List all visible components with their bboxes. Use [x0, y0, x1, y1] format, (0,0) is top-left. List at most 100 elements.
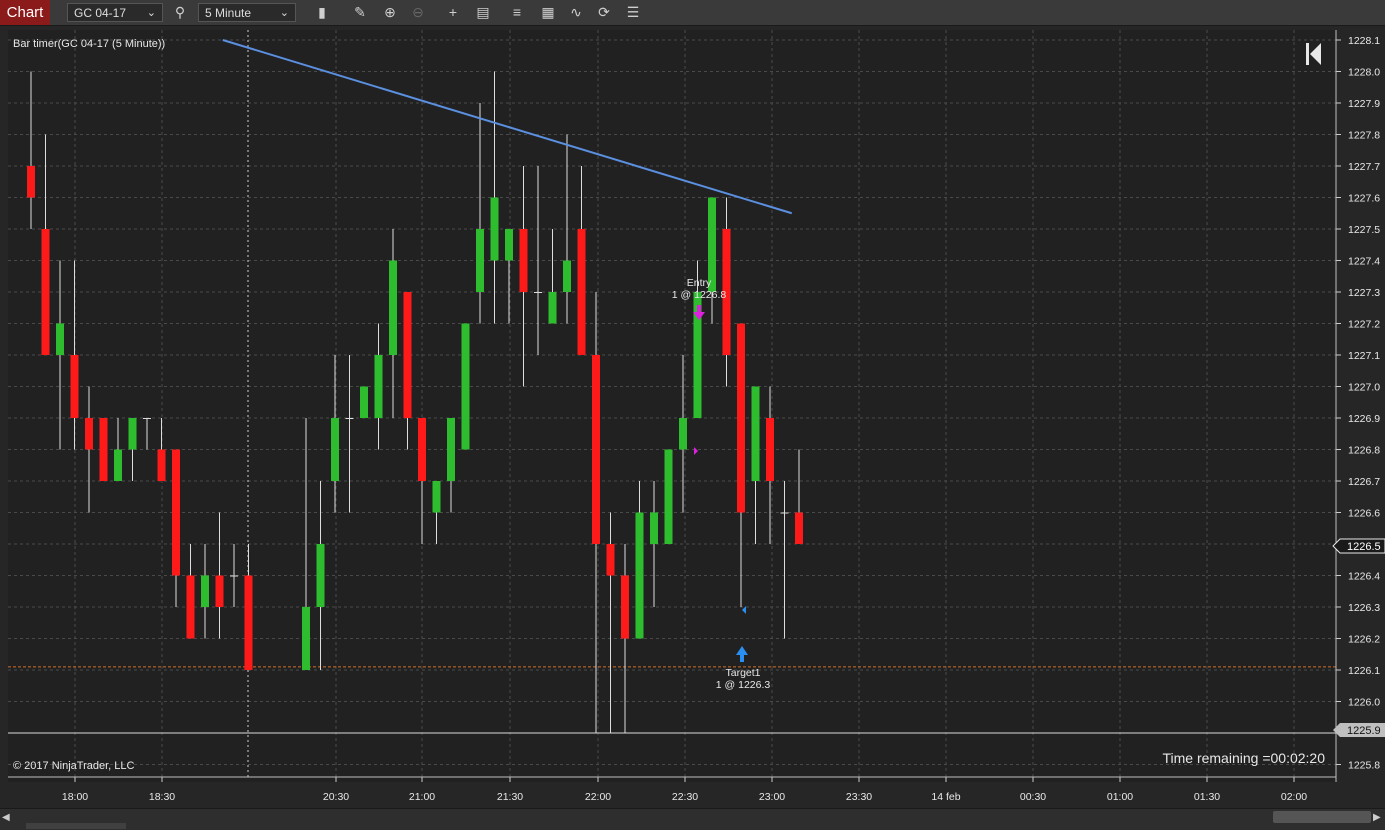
price-tick-label: 1227.0: [1348, 382, 1380, 394]
candle-body: [172, 449, 180, 576]
candle-body: [345, 418, 354, 419]
candle-body: [606, 544, 615, 576]
copyright-label: © 2017 NinjaTrader, LLC: [13, 760, 134, 772]
interval-selector[interactable]: 5 Minute ⌄: [198, 3, 296, 22]
chart-tab[interactable]: Chart: [0, 0, 50, 25]
price-tick-label: 1226.4: [1348, 571, 1380, 583]
candle-body: [737, 323, 745, 513]
indicators-icon[interactable]: ≡: [507, 3, 527, 22]
entry-order-title: Entry: [687, 277, 712, 289]
time-remaining-label: Time remaining =00:02:20: [1162, 750, 1325, 766]
candle-body: [418, 418, 426, 481]
time-tick-label: 14 feb: [931, 791, 960, 803]
zoom-in-icon[interactable]: ⊕: [380, 3, 400, 22]
data-box-icon[interactable]: ▤: [473, 3, 493, 22]
chart-toolbar: Chart GC 04-17 ⌄ ⚲ 5 Minute ⌄ ▮​ ✎ ⊕ ⊖ +…: [0, 0, 1385, 26]
candle-body: [230, 575, 238, 577]
target-order-title: Target1: [725, 667, 760, 679]
price-tick-label: 1227.2: [1348, 319, 1380, 331]
chevron-down-icon: ⌄: [279, 7, 289, 19]
crosshair-icon[interactable]: +: [443, 3, 463, 22]
price-tick-label: 1225.8: [1348, 760, 1380, 772]
time-tick-label: 20:30: [323, 791, 349, 803]
bars-icon[interactable]: ▮​: [312, 3, 332, 22]
time-tick-label: 01:30: [1194, 791, 1220, 803]
candle-body: [461, 323, 470, 450]
price-tick-label: 1227.6: [1348, 193, 1380, 205]
candle-body: [128, 418, 137, 450]
candle-body: [635, 512, 644, 639]
candle-body: [766, 418, 774, 481]
time-tick-label: 18:00: [62, 791, 88, 803]
candle-body: [447, 418, 455, 481]
candle-body: [70, 355, 79, 418]
interval-value: 5 Minute: [205, 6, 252, 20]
candle-body: [534, 292, 542, 293]
properties-icon[interactable]: ☰: [623, 3, 643, 22]
candle-body: [577, 229, 586, 355]
candle-body: [41, 229, 50, 355]
plot-area: [8, 30, 1336, 782]
price-tick-label: 1226.3: [1348, 602, 1380, 614]
scroll-left-icon[interactable]: ◀: [2, 812, 10, 823]
last-price-tag: 1226.5: [1332, 538, 1385, 554]
candle-body: [476, 229, 484, 292]
price-tick-label: 1227.3: [1348, 287, 1380, 299]
reload-icon[interactable]: ⟳: [594, 3, 614, 22]
candle-body: [244, 575, 253, 670]
time-tick-label: 02:00: [1281, 791, 1307, 803]
candle-body: [215, 575, 224, 607]
candle-body: [592, 355, 600, 544]
candle-body: [186, 575, 195, 639]
time-tick-label: 21:30: [497, 791, 523, 803]
candle-body: [432, 481, 441, 513]
price-tick-label: 1227.8: [1348, 130, 1380, 142]
indicator-label: Bar timer(GC 04-17 (5 Minute)): [13, 38, 165, 50]
pencil-icon[interactable]: ✎: [350, 3, 370, 22]
price-tick-label: 1227.1: [1348, 350, 1380, 362]
scrollbar-thumb[interactable]: [1273, 811, 1371, 823]
candle-body: [650, 512, 658, 544]
price-tick-label: 1226.0: [1348, 697, 1380, 709]
instrument-value: GC 04-17: [74, 6, 127, 20]
price-tick-label: 1227.4: [1348, 256, 1380, 268]
candle-body: [56, 323, 64, 355]
zoom-out-icon[interactable]: ⊖: [408, 3, 428, 22]
candle-body: [795, 512, 803, 544]
candle-body: [563, 260, 571, 292]
time-tick-label: 00:30: [1020, 791, 1046, 803]
scroll-right-icon[interactable]: ▶: [1373, 812, 1381, 823]
candle-body: [519, 229, 528, 292]
candle-body: [331, 418, 339, 481]
price-tick-label: 1226.2: [1348, 634, 1380, 646]
search-icon[interactable]: ⚲: [170, 3, 190, 22]
time-tick-label: 23:30: [846, 791, 872, 803]
drawing-tools-icon[interactable]: ∿: [566, 3, 586, 22]
candle-body: [621, 575, 629, 639]
price-tick-label: 1227.7: [1348, 161, 1380, 173]
price-tick-label: 1226.6: [1348, 508, 1380, 520]
candle-body: [27, 166, 35, 198]
candle-body: [548, 292, 557, 324]
candle-body: [679, 418, 687, 450]
candle-body: [664, 449, 673, 544]
candle-body: [751, 386, 760, 481]
candle-body: [201, 575, 209, 607]
price-chart[interactable]: 1228.1 1228.0 1227.9 1227.8 1227.7 1227.6 1227…: [0, 25, 1385, 808]
time-tick-label: 22:30: [672, 791, 698, 803]
chevron-down-icon: ⌄: [146, 7, 156, 19]
instrument-selector[interactable]: GC 04-17 ⌄: [67, 3, 163, 22]
price-tick-label: 1227.9: [1348, 98, 1380, 110]
candle-body: [316, 544, 325, 607]
candle-body: [143, 418, 151, 419]
horizontal-scrollbar[interactable]: ◀ ▶: [0, 808, 1385, 830]
range-indicator: [26, 823, 126, 829]
svg-text:1225.9: 1225.9: [1347, 725, 1381, 737]
candle-body: [490, 197, 499, 261]
strategies-icon[interactable]: ▦: [538, 3, 558, 22]
candle-body: [505, 229, 513, 261]
price-tick-label: 1226.9: [1348, 413, 1380, 425]
price-tick-label: 1227.5: [1348, 224, 1380, 236]
price-axis[interactable]: 1228.1 1228.0 1227.9 1227.8 1227.7 1227.6 1227…: [1335, 30, 1380, 782]
line-price-tag: 1225.9: [1333, 723, 1385, 737]
